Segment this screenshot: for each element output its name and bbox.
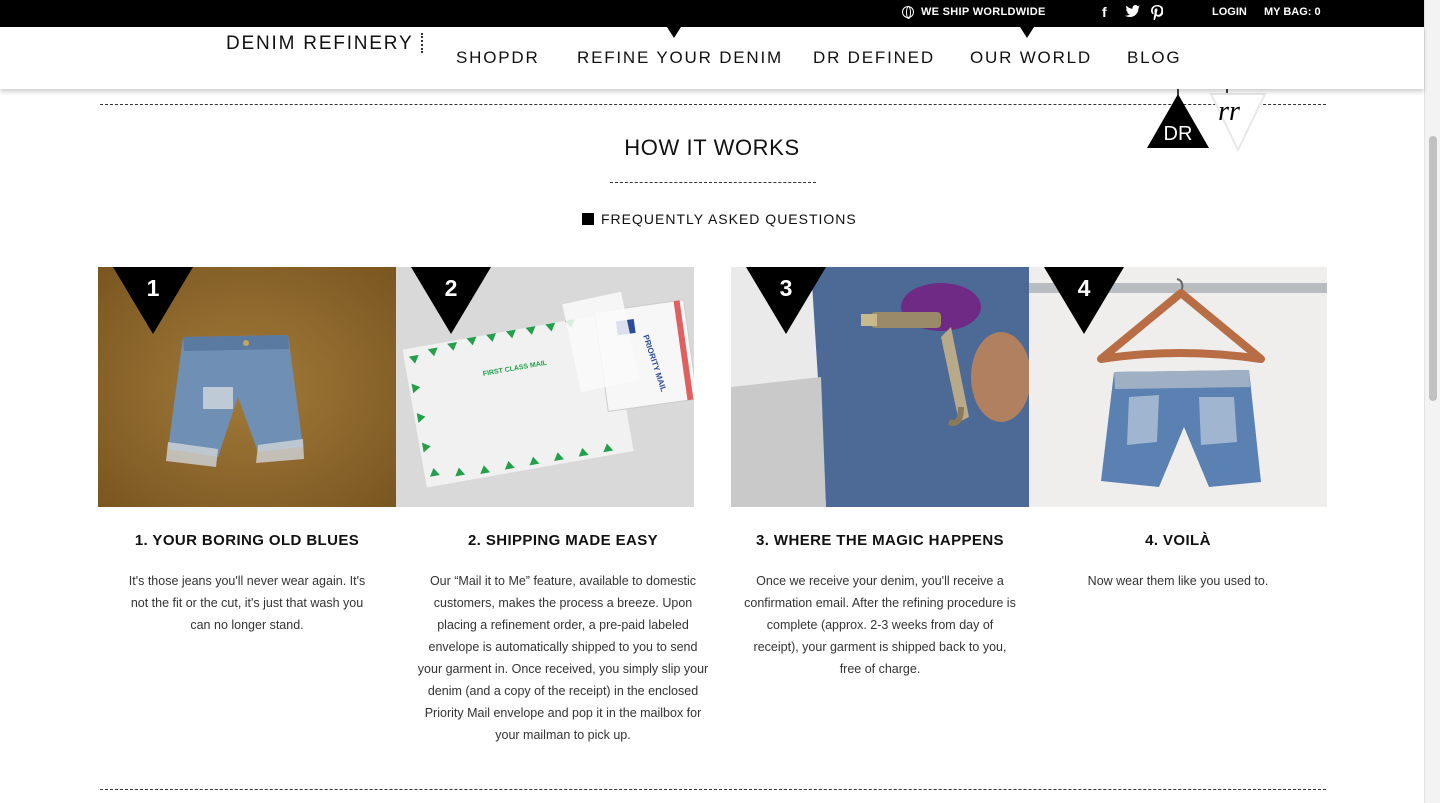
pinterest-icon[interactable]	[1151, 5, 1164, 23]
dr-badge[interactable]: DR	[1145, 88, 1211, 155]
ship-worldwide-label: WE SHIP WORLDWIDE	[921, 6, 1046, 18]
nav-blog[interactable]: BLOG	[1127, 48, 1181, 68]
top-divider	[100, 104, 1326, 105]
globe-icon	[902, 6, 914, 19]
nav-dr-defined[interactable]: DR DEFINED	[813, 48, 935, 68]
step-1-image[interactable]: 1	[98, 267, 396, 507]
ship-worldwide[interactable]: WE SHIP WORLDWIDE	[902, 6, 1046, 19]
faq-label: FREQUENTLY ASKED QUESTIONS	[601, 211, 857, 227]
rr-badge[interactable]: rr	[1207, 88, 1269, 157]
scrollbar-thumb[interactable]	[1429, 136, 1437, 401]
step-2-image[interactable]: FIRST CLASS MAIL PRIORITY MAIL 2	[396, 267, 694, 507]
site-logo[interactable]: DENIM REFINERY	[226, 33, 413, 55]
step-3-image[interactable]: 3	[731, 267, 1029, 507]
step-2-number: 2	[444, 275, 458, 301]
nav-shopdr[interactable]: SHOPDR	[456, 48, 540, 68]
nav-active-indicator	[667, 27, 681, 38]
step-4-number: 4	[1077, 275, 1091, 301]
nav-refine-your-denim[interactable]: REFINE YOUR DENIM	[577, 48, 783, 68]
svg-text:rr: rr	[1218, 96, 1240, 127]
step-4-description: Now wear them like you used to.	[1087, 574, 1269, 588]
nav-dropdown-indicator	[1020, 27, 1034, 38]
step-4-image[interactable]: 4	[1029, 267, 1327, 507]
logo-divider	[421, 33, 423, 53]
bottom-divider	[100, 789, 1326, 790]
top-bar: WE SHIP WORLDWIDE f LOGIN MY BAG: 0	[0, 0, 1424, 27]
scrollbar[interactable]	[1424, 0, 1440, 803]
nav-our-world[interactable]: OUR WORLD	[970, 48, 1092, 68]
step-3-title: 3. WHERE THE MAGIC HAPPENS	[756, 532, 1004, 549]
page-title: HOW IT WORKS	[624, 135, 800, 160]
title-underline	[610, 182, 816, 183]
my-bag-link[interactable]: MY BAG: 0	[1264, 6, 1321, 18]
step-3-description: Once we receive your denim, you'll recei…	[744, 574, 1016, 676]
svg-text:DR: DR	[1164, 123, 1193, 145]
step-1-number: 1	[146, 275, 160, 301]
twitter-icon[interactable]	[1125, 5, 1140, 21]
step-1-title: 1. YOUR BORING OLD BLUES	[134, 532, 360, 549]
step-2-description: Our “Mail it to Me” feature, available t…	[417, 574, 709, 742]
main-header: DENIM REFINERY SHOPDR REFINE YOUR DENIM …	[0, 27, 1424, 89]
step-4-title: 4. VOILÀ	[1145, 532, 1211, 549]
step-2-title: 2. SHIPPING MADE EASY	[467, 532, 659, 549]
square-bullet-icon	[582, 213, 594, 225]
login-link[interactable]: LOGIN	[1212, 6, 1247, 18]
facebook-icon[interactable]: f	[1102, 4, 1107, 20]
faq-link[interactable]: FREQUENTLY ASKED QUESTIONS	[582, 211, 857, 227]
step-1-description: It's those jeans you'll never wear again…	[128, 574, 366, 632]
step-3-number: 3	[779, 275, 793, 301]
